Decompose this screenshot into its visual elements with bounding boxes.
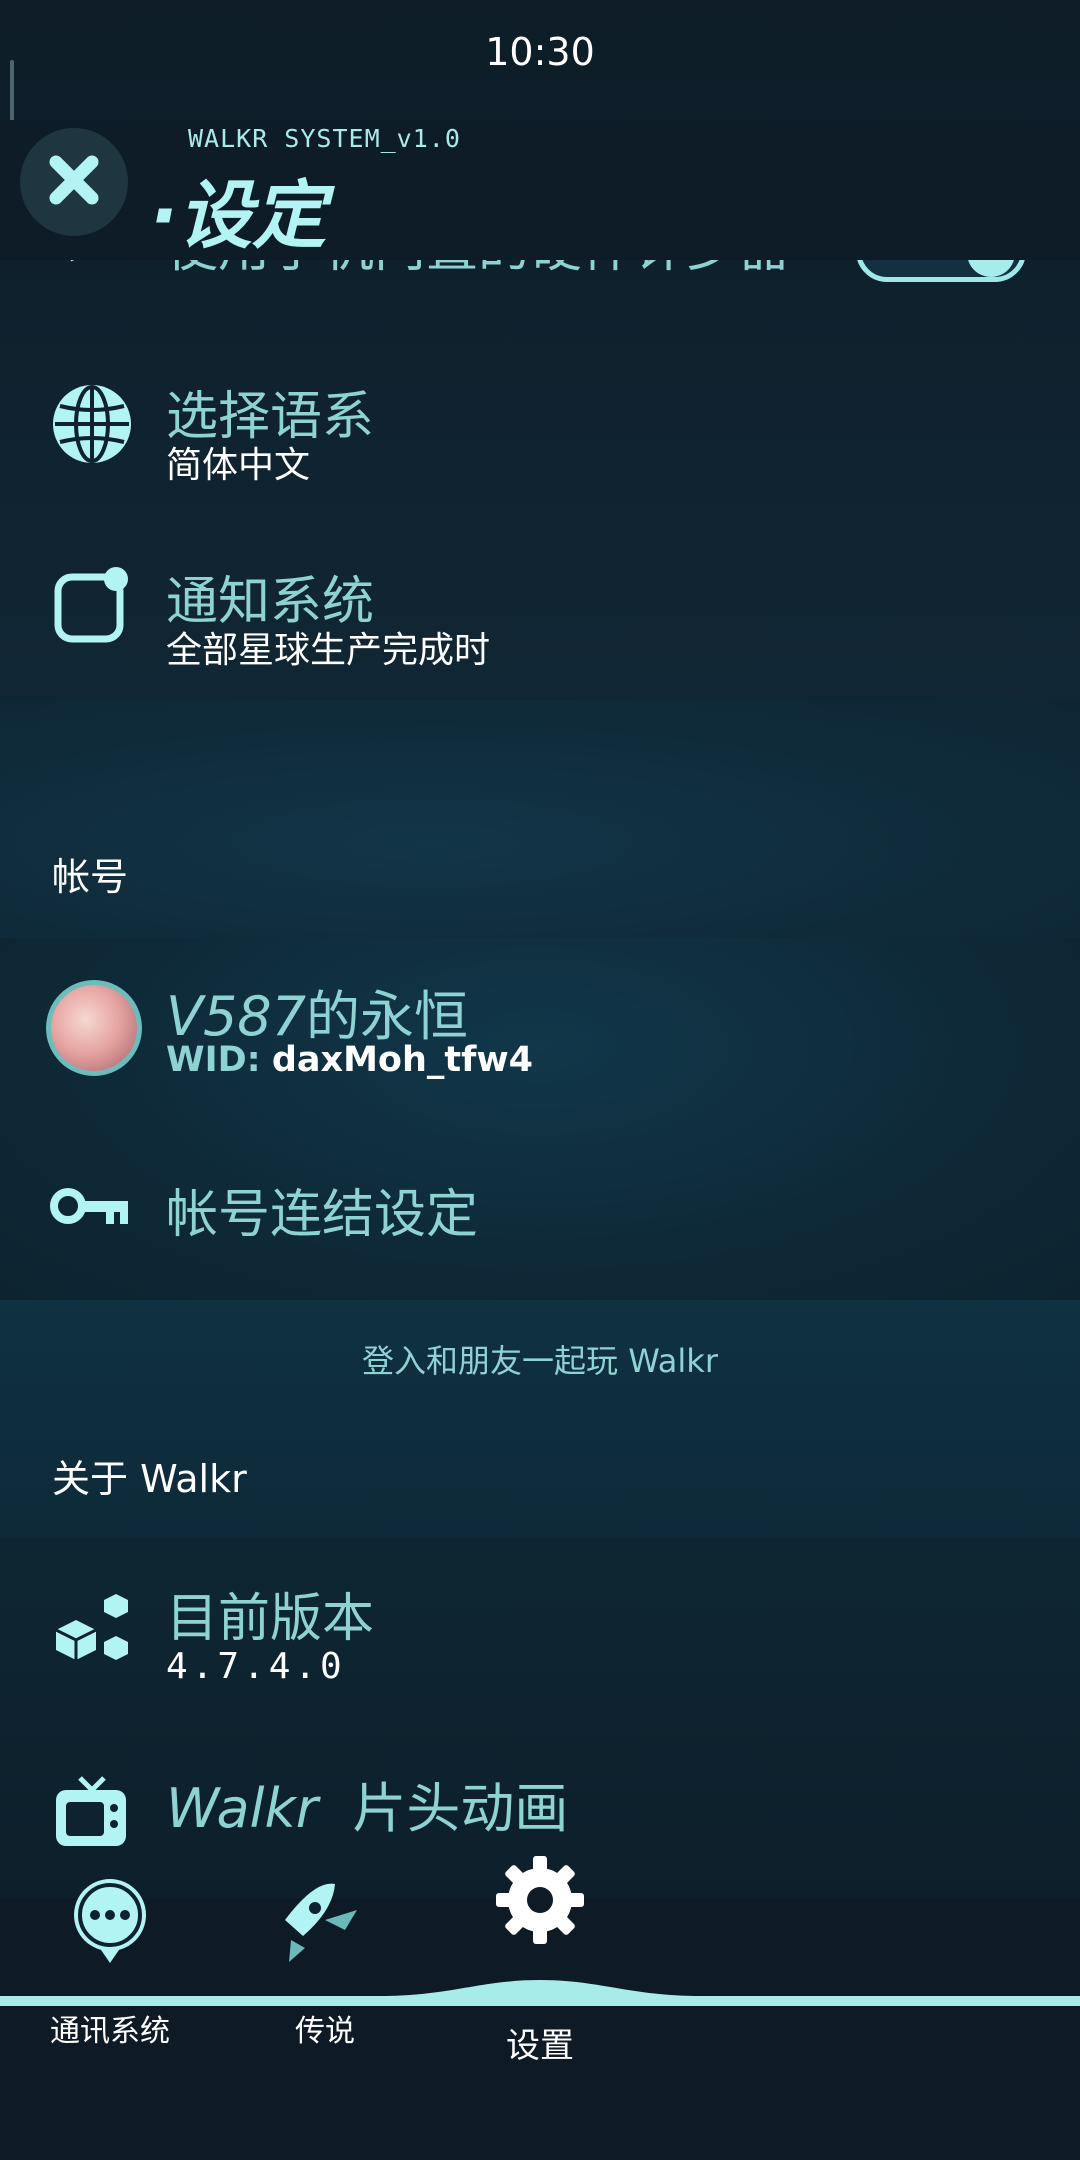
avatar[interactable]: [46, 980, 142, 1076]
user-profile-row[interactable]: [0, 955, 1080, 1105]
nav-label-legend: 传说: [295, 2014, 355, 2049]
intro-animation-row[interactable]: Walkr 片头动画: [0, 1730, 1080, 1850]
wid-value: daxMoh_tfw4: [271, 1040, 534, 1080]
account-link-row[interactable]: 帐号连结设定: [0, 1120, 1080, 1295]
version-value: 4.7.4.0: [166, 1646, 346, 1687]
intro-animation-title-latin: Walkr: [166, 1777, 319, 1840]
user-name-cjk: 的永恒: [306, 985, 469, 1048]
nav-label-settings: 设置: [506, 2026, 574, 2066]
account-section-title: 帐号: [52, 855, 129, 899]
login-hint: 登入和朋友一起玩 Walkr: [362, 1342, 718, 1380]
wid-line: WID: daxMoh_tfw4: [166, 1040, 533, 1080]
gear-icon: [490, 1850, 590, 1950]
globe-icon: [50, 382, 134, 466]
account-link-title: 帐号连结设定: [166, 1185, 479, 1245]
language-row[interactable]: 选择语系 简体中文: [0, 340, 1080, 515]
system-label: WALKR SYSTEM_v1.0: [188, 124, 461, 153]
tv-icon: [50, 1772, 134, 1856]
notification-row[interactable]: 通知系统 全部星球生产完成时: [0, 525, 1080, 700]
account-section-background: [0, 700, 1080, 938]
intro-animation-title-cjk: 片头动画: [352, 1777, 569, 1840]
rocket-icon: [275, 1870, 375, 1970]
language-value: 简体中文: [166, 445, 311, 486]
nav-item-legend[interactable]: 传说: [255, 1860, 395, 2049]
chat-icon: [60, 1870, 160, 1970]
page-title: ·设定: [150, 173, 327, 259]
wid-label: WID:: [166, 1040, 261, 1080]
nav-item-chat[interactable]: 通讯系统: [40, 1860, 180, 2049]
close-button[interactable]: [20, 128, 128, 236]
version-row[interactable]: 目前版本 4.7.4.0: [0, 1550, 1080, 1725]
nav-item-settings[interactable]: 设置: [470, 1850, 610, 2066]
user-name-latin: V587: [166, 985, 307, 1048]
close-icon: [42, 148, 106, 216]
status-time: 10:30: [485, 30, 595, 74]
key-icon: [50, 1164, 134, 1248]
about-section-title: 关于 Walkr: [52, 1457, 247, 1501]
version-title: 目前版本: [166, 1589, 375, 1649]
intro-animation-title: Walkr 片头动画: [166, 1764, 568, 1843]
notification-icon: [50, 565, 134, 649]
nav-label-chat: 通讯系统: [50, 2014, 170, 2049]
cubes-icon: [50, 1590, 134, 1674]
notification-value: 全部星球生产完成时: [166, 630, 491, 671]
